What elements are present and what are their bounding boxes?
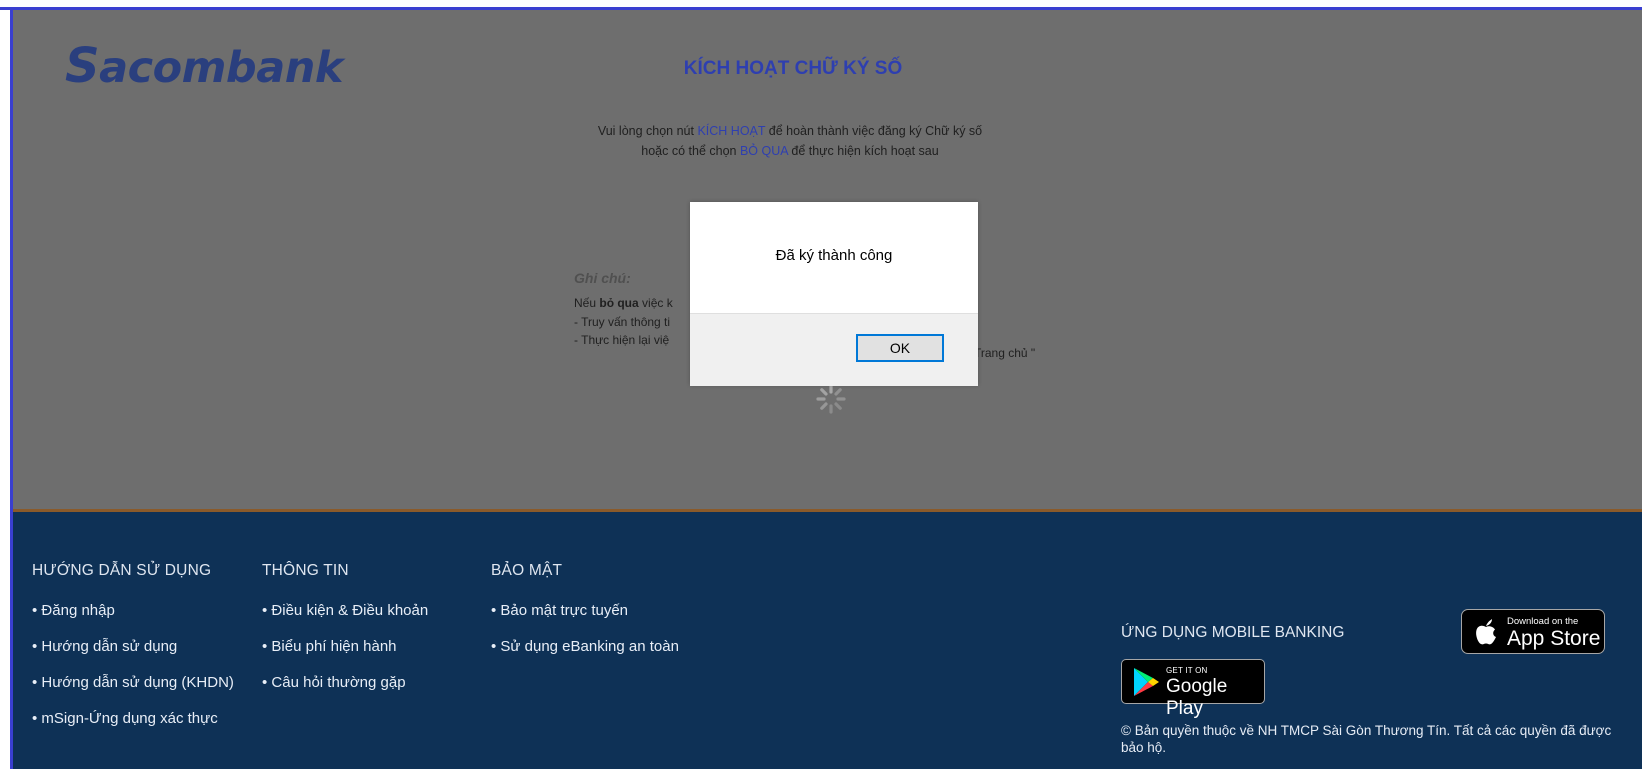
copyright-text: © Bản quyền thuộc về NH TMCP Sài Gòn Thư… [1121, 723, 1612, 755]
footer-link-safe-ebanking[interactable]: Sử dụng eBanking an toàn [491, 638, 679, 674]
instruction-text: Vui lòng chọn nút [597, 124, 698, 138]
footer-link-msign[interactable]: mSign-Ứng dụng xác thực [32, 710, 234, 746]
instruction-line-2: hoặc có thể chọn BỎ QUA để thực hiện kíc… [540, 141, 1040, 161]
loading-spinner-icon [816, 384, 846, 414]
instruction-text: để hoàn thành việc đăng ký Chữ ký số [765, 124, 983, 138]
footer-heading-info: THÔNG TIN [262, 562, 349, 579]
footer-link-terms[interactable]: Điều kiện & Điều khoản [262, 602, 428, 638]
footer: HƯỚNG DẪN SỬ DỤNG Đăng nhập Hướng dẫn sử… [13, 509, 1642, 769]
google-play-icon [1134, 668, 1159, 696]
footer-link-login[interactable]: Đăng nhập [32, 602, 234, 638]
instruction-text: để thực hiện kích hoạt sau [787, 144, 939, 158]
page-title: KÍCH HOẠT CHỮ KÝ SỐ [683, 58, 903, 79]
notes-text: Nếu [574, 296, 600, 310]
google-play-text: Google Play [1166, 676, 1228, 719]
footer-link-user-guide[interactable]: Hướng dẫn sử dụng [32, 638, 234, 674]
skip-highlight: BỎ QUA [739, 144, 788, 158]
footer-link-user-guide-khdn[interactable]: Hướng dẫn sử dụng (KHDN) [32, 674, 234, 710]
google-play-badge[interactable]: GET IT ON Google Play [1121, 659, 1265, 719]
footer-heading-security: BẢO MẬT [491, 562, 563, 579]
apple-icon [1476, 619, 1496, 645]
dialog-button-bar: OK [690, 313, 978, 386]
mobile-banking-heading: ỨNG DỤNG MOBILE BANKING [1121, 624, 1345, 641]
ok-button[interactable]: OK [856, 334, 944, 362]
activate-highlight: KÍCH HOẠT [697, 124, 766, 138]
notes-line-3-tail: Trang chủ " [974, 346, 1036, 360]
footer-column-guide: HƯỚNG DẪN SỬ DỤNG Đăng nhập Hướng dẫn sử… [32, 562, 234, 746]
footer-link-faq[interactable]: Câu hỏi thường gặp [262, 674, 428, 710]
footer-link-online-security[interactable]: Bảo mật trực tuyến [491, 602, 679, 638]
instruction-line-1: Vui lòng chọn nút KÍCH HOẠT để hoàn thàn… [540, 121, 1040, 141]
dialog-message: Đã ký thành công [775, 247, 893, 264]
instructions: Vui lòng chọn nút KÍCH HOẠT để hoàn thàn… [540, 121, 1040, 161]
app-store-small-text: Download on the [1507, 616, 1579, 627]
footer-heading-guide: HƯỚNG DẪN SỬ DỤNG [32, 562, 212, 579]
footer-column-info: THÔNG TIN Điều kiện & Điều khoản Biểu ph… [262, 562, 428, 710]
footer-column-security: BẢO MẬT Bảo mật trực tuyến Sử dụng eBank… [491, 562, 679, 674]
notes-bold-text: bỏ qua [599, 296, 639, 310]
footer-link-fees[interactable]: Biểu phí hiện hành [262, 638, 428, 674]
notes-text: việc k [638, 296, 673, 310]
google-play-small-text: GET IT ON [1166, 666, 1208, 675]
instruction-text: hoặc có thể chọn [641, 144, 740, 158]
alert-dialog: Đã ký thành công OK [690, 202, 978, 386]
app-store-text: App Store [1507, 627, 1601, 650]
app-store-badge[interactable]: Download on the App Store [1461, 609, 1605, 654]
